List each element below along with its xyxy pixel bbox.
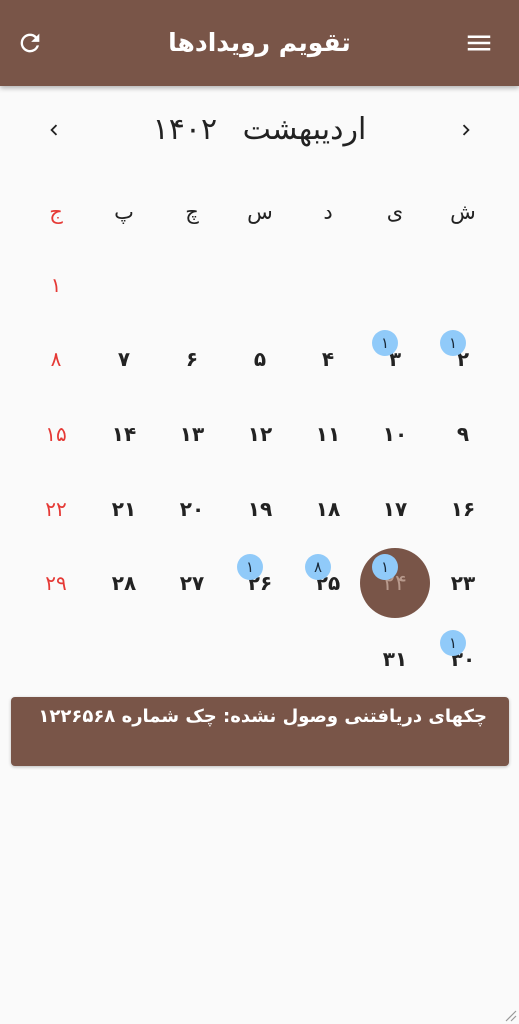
day-number: ۲۰: [179, 497, 205, 521]
day-cell[interactable]: ۲۷: [162, 557, 222, 609]
day-cell[interactable]: ۱۷: [365, 483, 425, 535]
day-cell[interactable]: ۳۱: [365, 633, 425, 685]
day-cell[interactable]: ۲۲: [26, 483, 86, 535]
day-cell[interactable]: ۱۲: [230, 408, 290, 460]
event-count-badge: ۱: [372, 554, 398, 580]
day-cell[interactable]: ۴: [298, 333, 358, 385]
day-number: ۱۴: [111, 422, 137, 446]
day-cell[interactable]: ۶: [162, 333, 222, 385]
day-number: ۷: [117, 347, 131, 371]
day-cell[interactable]: ۲۱: [94, 483, 154, 535]
day-cell[interactable]: ۲۳: [433, 557, 493, 609]
event-count-badge: ۱: [372, 330, 398, 356]
day-number: ۹: [456, 422, 470, 446]
event-text: چکهای دریافتنی وصول نشده: چک شماره ۱۲۲۶۵…: [38, 706, 487, 727]
day-cell[interactable]: ۲۰: [162, 483, 222, 535]
weekday-header: د: [323, 200, 333, 224]
day-number: ۱۵: [45, 422, 67, 446]
day-cell[interactable]: ۱۶: [433, 483, 493, 535]
weekday-header: س: [247, 200, 273, 224]
day-number: ۱۶: [450, 497, 476, 521]
weekday-header: ج: [49, 200, 63, 224]
day-cell[interactable]: ۸: [26, 333, 86, 385]
day-cell[interactable]: ۱۹: [230, 483, 290, 535]
weekday-header: پ: [114, 200, 134, 224]
day-cell[interactable]: ۱: [26, 259, 86, 311]
day-number: ۱۷: [382, 497, 408, 521]
weekday-header: ی: [386, 200, 404, 224]
day-number: ۲۹: [45, 571, 67, 595]
day-number: ۱: [50, 273, 62, 297]
weekday-header: چ: [185, 200, 199, 224]
day-cell[interactable]: ۱۵: [26, 408, 86, 460]
day-number: ۱۳: [179, 422, 205, 446]
day-number: ۲۸: [111, 571, 137, 595]
event-count-badge: ۸: [305, 554, 331, 580]
day-number: ۲۱: [111, 497, 137, 521]
day-number: ۳۱: [382, 647, 408, 671]
day-cell[interactable]: ۲۹: [26, 557, 86, 609]
day-cell[interactable]: ۱۸: [298, 483, 358, 535]
day-number: ۸: [50, 347, 62, 371]
event-card[interactable]: چکهای دریافتنی وصول نشده: چک شماره ۱۲۲۶۵…: [11, 697, 509, 766]
day-number: ۶: [185, 347, 199, 371]
day-cell[interactable]: ۵: [230, 333, 290, 385]
day-number: ۴: [321, 347, 335, 371]
event-count-badge: ۱: [440, 330, 466, 356]
calendar-grid: ش ی د س چ پ ج ۱ ۲ ۱ ۳ ۱ ۴ ۵ ۶ ۷ ۸ ۹ ۱۰ ۱۱ ۱۲ ۱۳ ۱۴ ۱۵ ۱۶ ۱۷ ۱۸ ۱۹ ۲۰…: [0, 0, 519, 690]
resize-grip-icon: [505, 1010, 517, 1022]
day-number: ۲۷: [179, 571, 205, 595]
day-number: ۱۹: [247, 497, 273, 521]
day-cell[interactable]: ۱۰: [365, 408, 425, 460]
day-cell[interactable]: ۱۴: [94, 408, 154, 460]
day-number: ۲۲: [45, 497, 67, 521]
day-cell[interactable]: ۱۱: [298, 408, 358, 460]
day-cell[interactable]: ۲۸: [94, 557, 154, 609]
day-number: ۱۸: [315, 497, 341, 521]
event-count-badge: ۱: [440, 630, 466, 656]
event-count-badge: ۱: [237, 554, 263, 580]
day-number: ۱۱: [315, 422, 341, 446]
day-number: ۱۰: [382, 422, 408, 446]
weekday-header: ش: [450, 200, 476, 224]
day-number: ۵: [253, 347, 267, 371]
day-number: ۱۲: [247, 422, 273, 446]
day-number: ۲۳: [450, 571, 476, 595]
day-cell[interactable]: ۱۳: [162, 408, 222, 460]
day-cell[interactable]: ۷: [94, 333, 154, 385]
day-cell[interactable]: ۹: [433, 408, 493, 460]
